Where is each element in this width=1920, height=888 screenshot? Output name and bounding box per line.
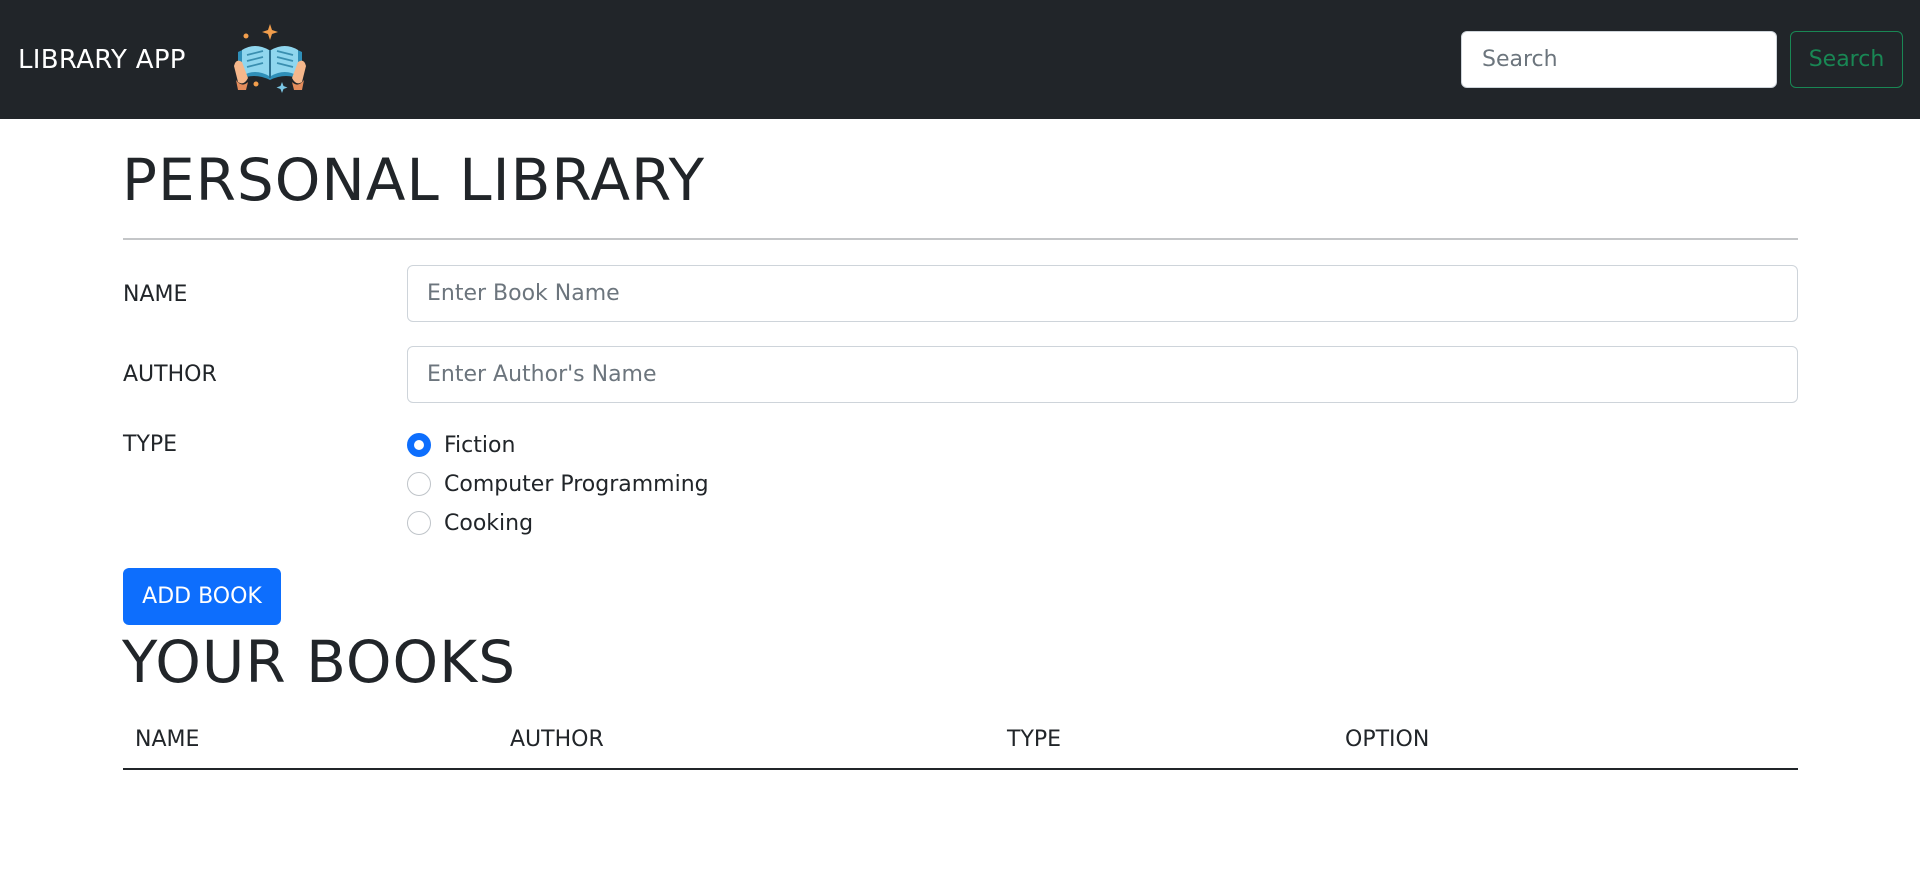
column-header-option: OPTION — [1345, 727, 1430, 752]
author-name-input[interactable] — [407, 346, 1798, 403]
radio-cooking[interactable]: Cooking — [407, 508, 533, 538]
column-header-name: NAME — [135, 727, 200, 752]
radio-label-cooking[interactable]: Cooking — [444, 511, 533, 536]
radio-label-fiction[interactable]: Fiction — [444, 433, 515, 458]
author-label: AUTHOR — [123, 362, 217, 387]
type-label: TYPE — [123, 432, 178, 457]
radio-button[interactable] — [407, 472, 431, 496]
page-title: PERSONAL LIBRARY — [122, 146, 706, 214]
radio-button[interactable] — [407, 511, 431, 535]
divider — [123, 238, 1798, 240]
navbar: LIBRARY APP Search Search — [0, 0, 1920, 119]
brand-title[interactable]: LIBRARY APP — [18, 45, 186, 75]
radio-computer-programming[interactable]: Computer Programming — [407, 469, 709, 499]
search-input[interactable] — [1461, 31, 1777, 88]
radio-label-computer-programming[interactable]: Computer Programming — [444, 472, 709, 497]
column-header-type: TYPE — [1007, 727, 1062, 752]
name-label: NAME — [123, 282, 188, 307]
radio-button-checked[interactable] — [407, 433, 431, 457]
add-book-button[interactable]: ADD BOOK — [123, 568, 281, 625]
book-name-input[interactable] — [407, 265, 1798, 322]
search-button[interactable]: Search — [1790, 31, 1903, 88]
table-header-border — [123, 768, 1798, 770]
column-header-author: AUTHOR — [510, 727, 604, 752]
books-section-title: YOUR BOOKS — [122, 628, 517, 696]
book-reading-hands-icon — [232, 22, 308, 96]
radio-fiction[interactable]: Fiction — [407, 430, 515, 460]
